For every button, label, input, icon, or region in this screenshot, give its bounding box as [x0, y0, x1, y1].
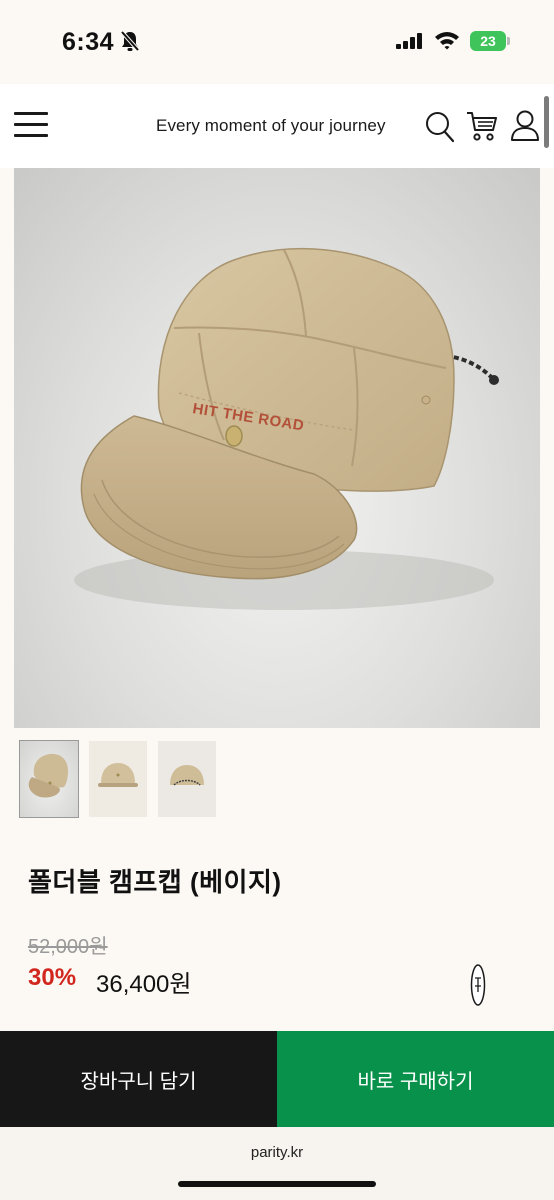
- cap-thumbnail-icon: [28, 753, 68, 798]
- menu-icon[interactable]: [14, 112, 48, 138]
- site-tagline[interactable]: Every moment of your journey: [156, 116, 386, 136]
- sale-price: 36,400원: [96, 971, 192, 998]
- cap-thumbnail-icon: [170, 765, 204, 786]
- url-text[interactable]: parity.kr: [0, 1144, 554, 1161]
- thumbnail-front[interactable]: [19, 740, 79, 818]
- battery-cap: [507, 37, 510, 45]
- buy-now-button[interactable]: 바로 구매하기: [277, 1031, 554, 1127]
- bell-slash-icon: [120, 30, 140, 52]
- floating-badge-icon[interactable]: [470, 962, 486, 1008]
- cap-thumbnail-icon: [98, 763, 138, 787]
- product-name: 폴더블 캠프캡 (베이지): [28, 867, 282, 897]
- user-icon[interactable]: [510, 110, 540, 142]
- discount-rate: 30%: [28, 964, 77, 991]
- original-price: 52,000원: [28, 936, 108, 958]
- battery-indicator: 23: [470, 31, 510, 51]
- browser-url-bar[interactable]: parity.kr: [0, 1127, 554, 1200]
- battery-level: 23: [470, 31, 506, 51]
- add-to-cart-button[interactable]: 장바구니 담기: [0, 1031, 277, 1127]
- signal-icon: [396, 33, 422, 49]
- home-indicator[interactable]: [178, 1181, 376, 1187]
- search-icon[interactable]: [425, 111, 455, 143]
- wifi-icon: [435, 32, 459, 50]
- site-header: Every moment of your journey: [0, 84, 554, 168]
- thumbnail-side[interactable]: [89, 741, 147, 817]
- scrollbar[interactable]: [544, 96, 549, 148]
- cart-icon[interactable]: [466, 110, 498, 142]
- product-main-image[interactable]: HIT THE ROAD: [14, 168, 540, 728]
- cap-illustration: HIT THE ROAD: [74, 247, 499, 610]
- status-bar: 6:34 23: [0, 0, 554, 84]
- status-time: 6:34: [62, 28, 115, 56]
- thumbnail-back[interactable]: [158, 741, 216, 817]
